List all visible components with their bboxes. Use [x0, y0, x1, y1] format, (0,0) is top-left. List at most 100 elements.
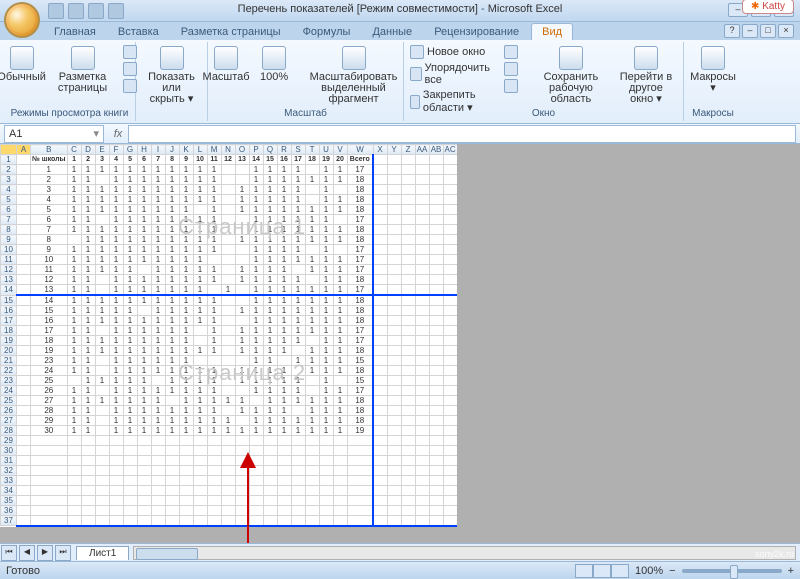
cell[interactable]	[17, 416, 31, 426]
cell[interactable]: 1	[67, 165, 81, 175]
cell[interactable]	[17, 185, 31, 195]
cell[interactable]	[415, 195, 429, 205]
cell[interactable]	[415, 155, 429, 165]
cell[interactable]: 1	[109, 245, 123, 255]
cell[interactable]: 1	[319, 416, 333, 426]
cell[interactable]	[179, 486, 193, 496]
cell[interactable]: 7	[31, 225, 68, 235]
cell[interactable]	[373, 336, 387, 346]
tab-nav-prev[interactable]: ◀	[19, 545, 35, 561]
cell[interactable]	[235, 295, 249, 306]
cell[interactable]	[221, 185, 235, 195]
cell[interactable]: 1	[221, 426, 235, 436]
cell[interactable]	[333, 245, 347, 255]
cell[interactable]: 1	[291, 195, 305, 205]
cell[interactable]	[221, 175, 235, 185]
cell[interactable]: 1	[249, 306, 263, 316]
cell[interactable]	[443, 165, 457, 175]
cell[interactable]	[415, 306, 429, 316]
cell[interactable]: 1	[151, 165, 165, 175]
cell[interactable]	[249, 486, 263, 496]
cell[interactable]	[109, 476, 123, 486]
cell[interactable]: 1	[179, 406, 193, 416]
cell[interactable]: 1	[151, 225, 165, 235]
cell[interactable]: 1	[333, 336, 347, 346]
cell[interactable]	[333, 215, 347, 225]
cell[interactable]	[373, 295, 387, 306]
cell[interactable]	[387, 336, 401, 346]
cell[interactable]: 1	[249, 426, 263, 436]
cell[interactable]: 1	[123, 376, 137, 386]
cell[interactable]: 1	[151, 285, 165, 296]
cell[interactable]	[333, 456, 347, 466]
cell[interactable]: 1	[137, 295, 151, 306]
cell[interactable]	[151, 506, 165, 516]
column-header[interactable]: R	[277, 145, 291, 155]
cell[interactable]: 1	[249, 376, 263, 386]
cell[interactable]: 1	[235, 235, 249, 245]
cell[interactable]: 1	[95, 195, 109, 205]
cell[interactable]: 1	[291, 295, 305, 306]
row-header[interactable]: 16	[1, 306, 17, 316]
cell[interactable]	[249, 506, 263, 516]
cell[interactable]	[95, 516, 109, 526]
cell[interactable]	[221, 406, 235, 416]
cell[interactable]	[17, 336, 31, 346]
cell[interactable]	[277, 436, 291, 446]
cell[interactable]	[207, 356, 221, 366]
cell[interactable]	[373, 456, 387, 466]
cell[interactable]	[415, 506, 429, 516]
cell[interactable]	[415, 366, 429, 376]
cell[interactable]: 1	[179, 366, 193, 376]
cell[interactable]	[429, 456, 443, 466]
cell[interactable]	[235, 466, 249, 476]
cell[interactable]: 1	[179, 265, 193, 275]
cell[interactable]: 1	[277, 255, 291, 265]
cell[interactable]: 1	[109, 235, 123, 245]
cell[interactable]: 1	[123, 306, 137, 316]
cell[interactable]	[401, 205, 415, 215]
cell[interactable]: 1	[31, 165, 68, 175]
cell[interactable]: 1	[193, 235, 207, 245]
cell[interactable]	[291, 406, 305, 416]
view-pagebreak-icon[interactable]	[611, 564, 629, 578]
cell[interactable]: 1	[109, 225, 123, 235]
cell[interactable]: 1	[81, 255, 95, 265]
cell[interactable]: 1	[263, 426, 277, 436]
cell[interactable]	[277, 356, 291, 366]
cell[interactable]	[17, 496, 31, 506]
cell[interactable]	[109, 466, 123, 476]
cell[interactable]: 1	[235, 376, 249, 386]
cell[interactable]	[305, 476, 319, 486]
cell[interactable]	[415, 516, 429, 526]
cell[interactable]	[31, 516, 68, 526]
cell[interactable]: 1	[109, 306, 123, 316]
cell[interactable]	[429, 446, 443, 456]
cell[interactable]: 1	[277, 316, 291, 326]
cell[interactable]	[193, 326, 207, 336]
cell[interactable]: 1	[67, 366, 81, 376]
cell[interactable]: 1	[151, 366, 165, 376]
cell[interactable]: 1	[291, 376, 305, 386]
cell[interactable]	[373, 416, 387, 426]
cell[interactable]	[235, 416, 249, 426]
cell[interactable]: 1	[67, 406, 81, 416]
cell[interactable]	[305, 245, 319, 255]
cell[interactable]	[443, 265, 457, 275]
column-header[interactable]: A	[17, 145, 31, 155]
cell[interactable]: 1	[179, 195, 193, 205]
cell[interactable]: 1	[333, 265, 347, 275]
cell[interactable]: 1	[123, 366, 137, 376]
cell[interactable]	[443, 516, 457, 526]
cell[interactable]	[165, 506, 179, 516]
ribbon-tab[interactable]: Данные	[362, 24, 422, 40]
cell[interactable]	[67, 476, 81, 486]
cell[interactable]: 1	[193, 376, 207, 386]
cell[interactable]: 1	[109, 185, 123, 195]
row-header[interactable]: 20	[1, 346, 17, 356]
cell[interactable]	[305, 185, 319, 195]
cell[interactable]: 1	[67, 175, 81, 185]
cell[interactable]: 1	[305, 346, 319, 356]
cell[interactable]: 1	[151, 306, 165, 316]
cell[interactable]	[333, 506, 347, 516]
